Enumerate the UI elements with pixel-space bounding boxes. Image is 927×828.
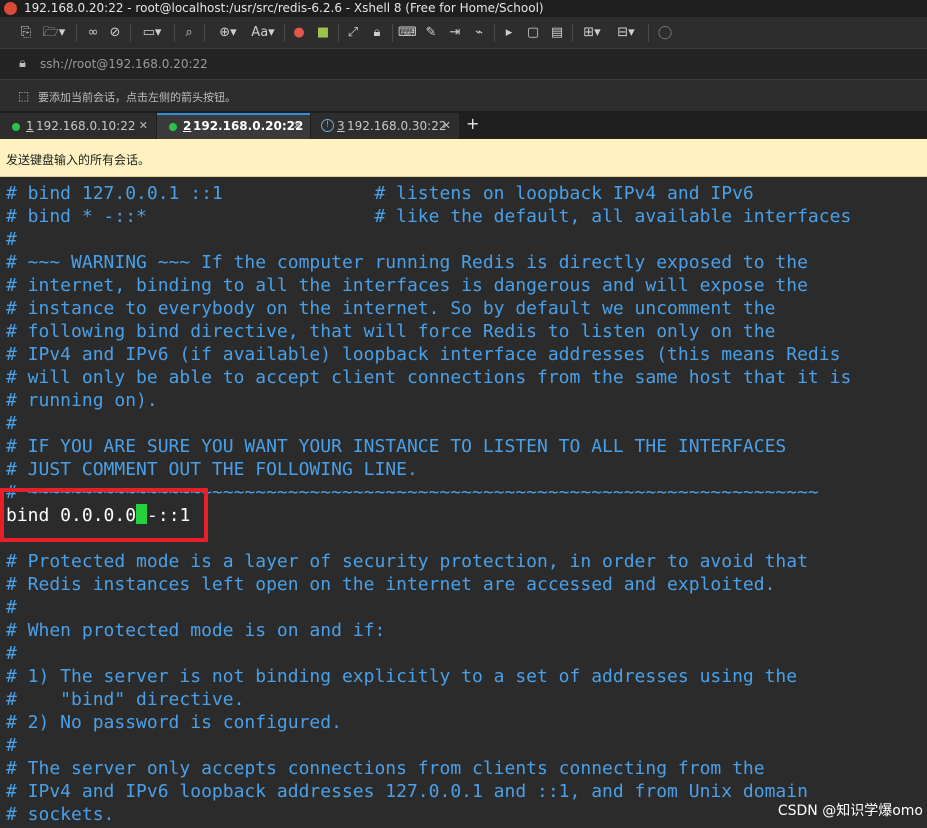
font-label: Aa (251, 25, 269, 40)
xshell-logo-icon (4, 2, 17, 15)
session-url[interactable]: ssh://root@192.168.0.20:22 (40, 57, 208, 71)
close-icon[interactable]: ✕ (139, 113, 148, 139)
add-tab-button[interactable]: + (466, 114, 479, 133)
xftp-icon[interactable]: ■ (314, 23, 332, 43)
terminal-line: # IF YOU ARE SURE YOU WANT YOUR INSTANCE… (6, 436, 787, 457)
connected-status-icon (169, 123, 177, 131)
terminal-line: # The server only accepts connections fr… (6, 758, 765, 779)
send-all-sessions-text: 发送键盘输入的所有会话。 (6, 153, 151, 167)
main-toolbar: ⎘ 🗁▾ ∞ ⊘ ▭▾ ⌕ ⊕▾ Aa▾ ● ■ ⤢ 🔒︎ ⌨ ✎ ⇥ ⌁ ▸ … (0, 17, 927, 48)
xshell-icon[interactable]: ● (290, 23, 308, 43)
terminal-line: # Protected mode is a layer of security … (6, 551, 808, 572)
disconnect-icon[interactable]: ⊘ (106, 23, 124, 43)
close-icon[interactable]: ✕ (293, 115, 302, 137)
terminal-line: # 1) The server is not binding explicitl… (6, 666, 798, 687)
terminal-line: # (6, 413, 17, 434)
lock-icon: 🔒︎ (19, 56, 26, 71)
tab-session-3[interactable]: ! 3 192.168.0.30:22 ✕ (311, 113, 459, 139)
terminal-line: # instance to everybody on the internet.… (6, 298, 776, 319)
window-title: 192.168.0.20:22 - root@localhost:/usr/sr… (24, 1, 544, 15)
new-window-icon[interactable]: ▭▾ (138, 23, 166, 43)
highlight-annotation-box (0, 488, 208, 542)
fullscreen-icon[interactable]: ⤢ (344, 23, 362, 43)
tab-number: 1 (26, 119, 34, 133)
terminal-line: # following bind directive, that will fo… (6, 321, 776, 342)
keyboard-icon[interactable]: ⌨ (398, 23, 417, 43)
terminal-line: # When protected mode is on and if: (6, 620, 386, 641)
tab-number: 3 (337, 119, 345, 133)
new-session-icon[interactable]: ⎘ (16, 23, 36, 43)
terminal-line: # will only be able to accept client con… (6, 367, 852, 388)
terminal-line: # IPv4 and IPv6 (if available) loopback … (6, 344, 841, 365)
window-titlebar: 192.168.0.20:22 - root@localhost:/usr/sr… (0, 0, 927, 17)
terminal-line: # (6, 643, 17, 664)
add-icon[interactable]: ⊞▾ (578, 23, 606, 43)
terminal-line: # 2) No password is configured. (6, 712, 342, 733)
notes-icon[interactable]: ▤ (548, 23, 566, 43)
terminal-line: # IPv4 and IPv6 loopback addresses 127.0… (6, 781, 808, 802)
close-icon[interactable]: ✕ (442, 113, 451, 139)
open-folder-icon[interactable]: 🗁▾ (40, 23, 68, 43)
search-icon[interactable]: ⌕ (180, 23, 198, 43)
info-icon: ! (321, 119, 334, 132)
terminal-line: # Redis instances left open on the inter… (6, 574, 776, 595)
tab-label: 192.168.0.10:22 (36, 119, 136, 133)
edit-icon[interactable]: ✎ (422, 23, 440, 43)
session-hint-text: 要添加当前会话，点击左侧的箭头按钮。 (38, 91, 236, 104)
tab-bar: 1 192.168.0.10:22 ✕ 2 192.168.0.20:22 ✕ … (0, 111, 927, 139)
terminal-line: # (6, 229, 17, 250)
terminal-line: # ~~~ WARNING ~~~ If the computer runnin… (6, 252, 808, 273)
session-hint-bar: ⬚ 要添加当前会话，点击左侧的箭头按钮。 (0, 79, 927, 111)
terminal-line: # "bind" directive. (6, 689, 245, 710)
stop-icon[interactable]: ▢ (524, 23, 542, 43)
terminal-line: # bind 127.0.0.1 ::1 # listens on loopba… (6, 183, 754, 204)
address-bar: 🔒︎ ssh://root@192.168.0.20:22 (0, 48, 927, 79)
globe-icon[interactable]: ⊕▾ (212, 23, 244, 43)
arrow-icon[interactable]: ⬚ (18, 89, 29, 103)
lock-icon[interactable]: 🔒︎ (368, 23, 386, 43)
terminal-line: # bind * -::* # like the default, all av… (6, 206, 852, 227)
terminal-line: # internet, binding to all the interface… (6, 275, 808, 296)
script-icon[interactable]: ⌁ (470, 23, 488, 43)
run-icon[interactable]: ▸ (500, 23, 518, 43)
terminal-line: # (6, 735, 17, 756)
layout-icon[interactable]: ⊟▾ (612, 23, 640, 43)
help-icon[interactable]: ◯ (656, 23, 674, 43)
terminal-line: # (6, 597, 17, 618)
terminal-line: # running on). (6, 390, 158, 411)
watermark: CSDN @知识学爆omo (777, 803, 923, 819)
font-button[interactable]: Aa▾ (248, 23, 278, 43)
tab-label: 192.168.0.20:22 (193, 119, 304, 133)
terminal-line: # sockets. (6, 804, 115, 825)
transfer-icon[interactable]: ⇥ (446, 23, 464, 43)
connected-status-icon (12, 123, 20, 131)
tab-label: 192.168.0.30:22 (347, 119, 447, 133)
tab-session-2[interactable]: 2 192.168.0.20:22 ✕ (157, 113, 310, 139)
terminal-line: # JUST COMMENT OUT THE FOLLOWING LINE. (6, 459, 418, 480)
tab-number: 2 (183, 119, 192, 133)
send-all-sessions-bar[interactable]: 发送键盘输入的所有会话。 (0, 139, 927, 177)
reconnect-icon[interactable]: ∞ (84, 23, 102, 43)
tab-session-1[interactable]: 1 192.168.0.10:22 ✕ (0, 113, 156, 139)
